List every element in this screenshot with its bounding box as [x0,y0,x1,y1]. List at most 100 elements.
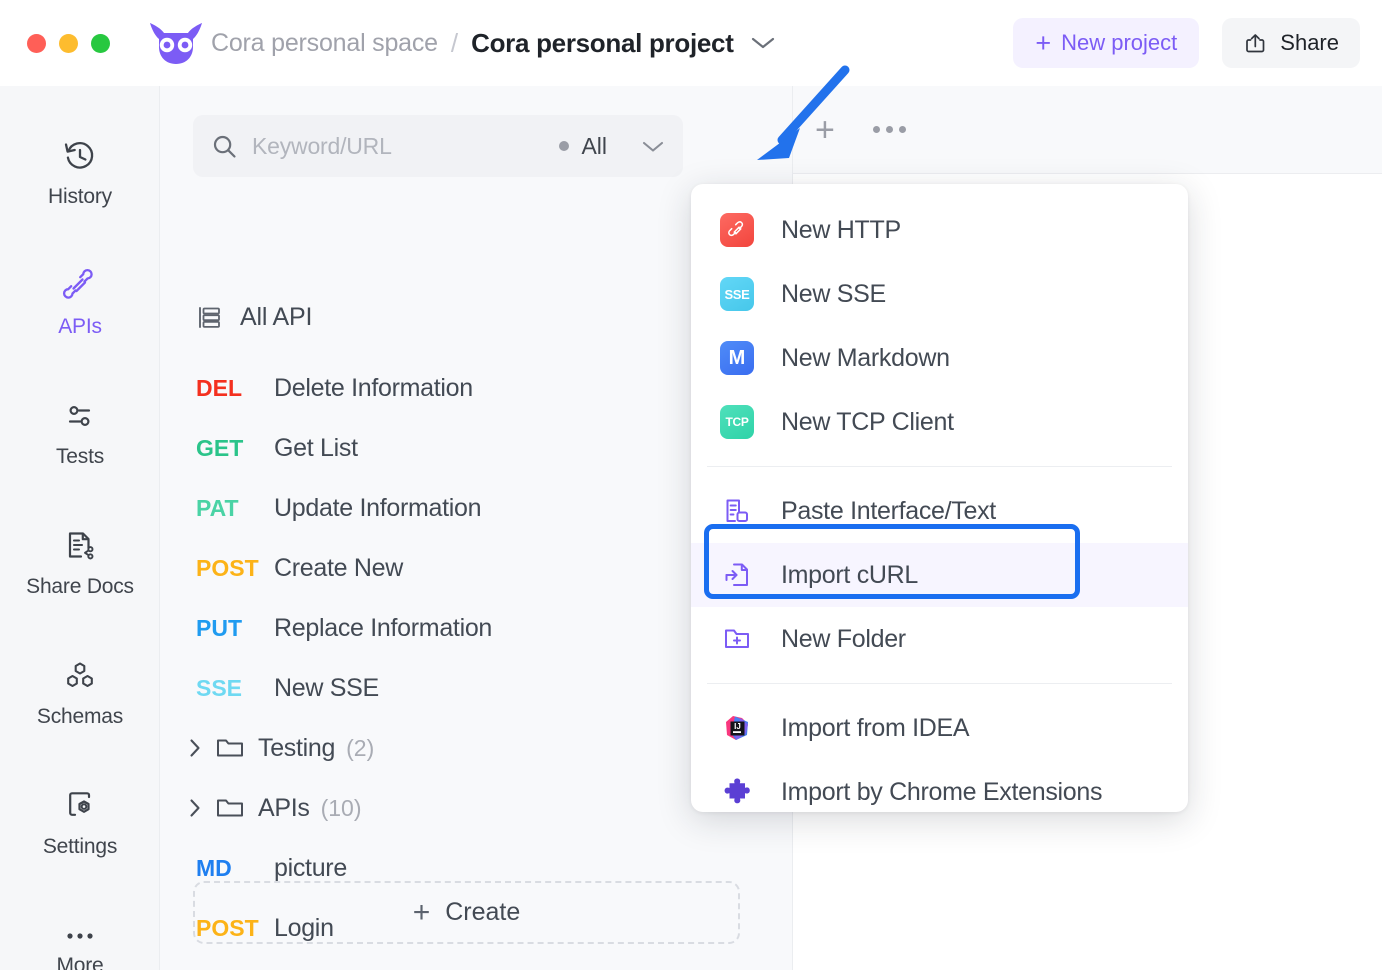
share-export-icon [1246,33,1265,52]
search-icon [213,135,236,158]
close-window-button[interactable] [27,33,46,53]
api-plug-icon [62,268,93,299]
history-icon [64,141,94,169]
puzzle-piece-icon [720,775,754,809]
sidebar-item-share-docs[interactable]: Share Docs [0,498,160,628]
titlebar-actions: + New project Share [1013,18,1360,68]
menu-separator [707,683,1172,684]
search-placeholder: Keyword/URL [252,132,392,159]
folder-icon [217,799,243,817]
search-row: Keyword/URL All [193,115,683,177]
menu-item-new-folder[interactable]: New Folder [691,607,1188,671]
folder-plus-icon [720,622,754,656]
ellipsis-dot-icon [898,126,906,133]
project-chevron-down-icon[interactable] [750,35,776,51]
menu-item-label: New Folder [781,624,906,653]
intellij-idea-icon: IJ [720,711,754,745]
schemas-icon [67,661,93,687]
http-method-badge: SSE [196,674,243,701]
breadcrumb-project-name[interactable]: Cora personal project [471,28,734,59]
sidebar-item-apis[interactable]: APIs [0,238,160,368]
chevron-down-icon [642,141,664,152]
api-name: picture [274,853,347,882]
http-method-badge: DEL [196,374,242,401]
folder-icon [217,739,243,757]
breadcrumb-separator: / [450,27,459,58]
import-file-icon [720,558,754,592]
sidebar-item-label: Share Docs [26,574,134,598]
menu-item-label: New TCP Client [781,407,954,436]
http-method-badge: MD [196,854,232,881]
sidebar-item-label: More [56,953,104,970]
maximize-window-button[interactable] [91,33,110,53]
sidebar-item-more[interactable]: More [0,888,160,970]
folder-name: APIs [258,793,310,822]
api-name: New SSE [274,673,379,702]
sidebar-item-label: Schemas [36,704,124,728]
http-badge-icon [720,213,754,247]
sidebar-item-tests[interactable]: Tests [0,368,160,498]
menu-item-label: Import by Chrome Extensions [781,777,1103,806]
api-name: Update Information [274,493,482,522]
sidebar-item-label: APIs [58,314,102,338]
new-tab-button[interactable]: + [815,113,835,147]
api-name: Delete Information [274,373,473,402]
svg-text:IJ: IJ [734,722,741,731]
share-button[interactable]: Share [1222,18,1360,68]
menu-item-label: Import cURL [781,560,919,589]
sse-badge-text: SSE [720,277,754,311]
sidebar-item-schemas[interactable]: Schemas [0,628,160,758]
menu-item-import-curl[interactable]: Import cURL [691,543,1188,607]
app-window: Cora personal space / Cora personal proj… [0,0,1382,970]
menu-item-label: New HTTP [781,215,901,244]
search-input[interactable]: Keyword/URL All [193,115,683,177]
new-project-button[interactable]: + New project [1013,18,1200,68]
menu-item-label: New Markdown [781,343,950,372]
ellipsis-icon [67,932,93,939]
share-label: Share [1280,30,1339,55]
sliders-icon [68,405,91,426]
http-method-badge: POST [196,554,259,581]
doc-share-icon [68,531,94,559]
menu-item-new-markdown[interactable]: M New Markdown [691,326,1188,390]
menu-separator [707,466,1172,467]
folder-count: (2) [346,734,375,761]
sidebar-item-history[interactable]: History [0,108,160,238]
chevron-right-icon[interactable] [184,737,206,759]
sse-badge-icon: SSE [720,277,754,311]
menu-item-import-by-chrome-extensions[interactable]: Import by Chrome Extensions [691,760,1188,824]
title-bar: Cora personal space / Cora personal proj… [0,0,1382,86]
tcp-badge-text: TCP [720,405,754,439]
ellipsis-dot-icon [872,126,880,133]
menu-item-new-http[interactable]: New HTTP [691,198,1188,262]
menu-item-label: New SSE [781,279,886,308]
menu-item-label: Paste Interface/Text [781,496,996,525]
menu-item-import-from-idea[interactable]: IJ Import from IDEA [691,696,1188,760]
http-method-badge: GET [196,434,244,461]
menu-item-new-tcp-client[interactable]: TCP New TCP Client [691,390,1188,454]
http-method-badge: PAT [196,494,239,521]
plus-icon: + [412,895,431,929]
sidebar-item-label: History [48,184,112,208]
new-project-label: New project [1061,30,1178,55]
chevron-right-icon[interactable] [184,797,206,819]
settings-icon [69,791,91,816]
minimize-window-button[interactable] [59,33,78,53]
sidebar-item-label: Settings [42,834,118,858]
left-nav-rail: History APIs Tests Share Docs Schemas Se… [0,86,160,970]
plus-icon: + [1035,27,1052,58]
ellipsis-dot-icon [885,126,893,133]
folder-name: Testing [258,733,336,762]
method-filter-dropdown[interactable]: All [559,133,665,160]
api-name: Get List [274,433,358,462]
http-method-badge: PUT [196,614,242,641]
menu-item-new-sse[interactable]: SSE New SSE [691,262,1188,326]
markdown-badge-icon: M [720,341,754,375]
tab-more-button[interactable] [872,126,906,133]
breadcrumb-space-name[interactable]: Cora personal space [211,29,438,58]
filter-dot-icon [559,141,570,151]
menu-item-paste-interface-text[interactable]: Paste Interface/Text [691,479,1188,543]
create-button[interactable]: + Create [193,881,740,944]
sidebar-item-settings[interactable]: Settings [0,758,160,888]
markdown-badge-text: M [720,341,754,375]
